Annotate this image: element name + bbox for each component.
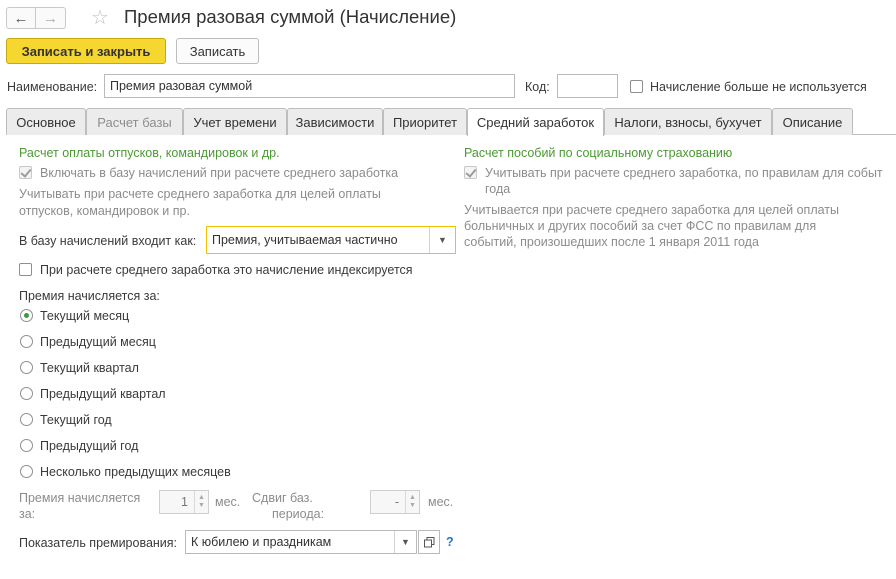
months-stepper[interactable]: 1 ▲ ▼ [159, 490, 209, 514]
arrow-right-icon: → [43, 9, 58, 27]
period-label: Премия начисляется за: [19, 289, 160, 303]
base-label: В базу начислений входит как: [19, 234, 197, 248]
include-base-checkbox[interactable] [19, 166, 32, 179]
base-select-value: Премия, учитываемая частично [212, 233, 398, 247]
shift-unit: мес. [428, 495, 454, 509]
page-title: Премия разовая суммой (Начисление) [124, 6, 457, 27]
left-section-title: Расчет оплаты отпусков, командировок и д… [19, 146, 280, 160]
not-used-label: Начисление больше не используется [650, 80, 867, 94]
radio-label: Текущий год [40, 413, 112, 427]
name-input[interactable]: Премия разовая суммой [104, 74, 515, 98]
left-note-line1: Учитывать при расчете среднего заработка… [19, 187, 381, 201]
stepper-arrows-icon[interactable]: ▲ ▼ [194, 491, 208, 513]
code-input[interactable] [557, 74, 618, 98]
open-icon[interactable] [418, 530, 440, 554]
radio-label: Предыдущий месяц [40, 335, 156, 349]
indicator-label: Показатель премирования: [19, 536, 178, 550]
arrow-left-icon: ← [13, 9, 29, 27]
radio-previous-year[interactable] [20, 439, 33, 452]
shift-label-line2: периода: [272, 507, 325, 521]
indexed-label: При расчете среднего заработка это начис… [40, 263, 413, 277]
radio-current-year[interactable] [20, 413, 33, 426]
right-section-title: Расчет пособий по социальному страховани… [464, 146, 733, 160]
back-button[interactable]: ← [6, 7, 36, 29]
fss-check-label: Учитывать при расчете среднего заработка… [485, 166, 883, 180]
radio-label: Текущий месяц [40, 309, 130, 323]
stepper-arrows-icon[interactable]: ▲ ▼ [405, 491, 419, 513]
left-note-line2: отпусков, командировок и пр. [19, 204, 190, 218]
fss-checkbox[interactable] [464, 166, 477, 179]
tab-main[interactable]: Основное [6, 108, 86, 135]
help-icon[interactable]: ? [446, 535, 454, 549]
save-button[interactable]: Записать [176, 38, 259, 64]
radio-previous-month[interactable] [20, 335, 33, 348]
months-label-line2: за: [19, 507, 36, 521]
months-value: 1 [181, 495, 188, 509]
not-used-checkbox[interactable] [630, 80, 643, 93]
radio-previous-quarter[interactable] [20, 387, 33, 400]
tab-average-earnings[interactable]: Средний заработок [467, 108, 604, 136]
tab-dependencies[interactable]: Зависимости [287, 108, 383, 135]
chevron-down-icon[interactable]: ▼ [429, 227, 455, 253]
open-window-icon [423, 536, 434, 547]
radio-label: Предыдущий квартал [40, 387, 166, 401]
tab-time-accounting[interactable]: Учет времени [183, 108, 287, 135]
right-note-line2: больничных и других пособий за счет ФСС … [464, 219, 817, 233]
tab-base-calc[interactable]: Расчет базы [86, 108, 183, 135]
right-note-line1: Учитывается при расчете среднего заработ… [464, 203, 839, 217]
save-and-close-button[interactable]: Записать и закрыть [6, 38, 166, 64]
indicator-select[interactable]: К юбилею и праздникам ▼ [185, 530, 417, 554]
shift-stepper[interactable]: - ▲ ▼ [370, 490, 420, 514]
radio-current-quarter[interactable] [20, 361, 33, 374]
radio-current-month[interactable] [20, 309, 33, 322]
radio-label: Предыдущий год [40, 439, 139, 453]
shift-value: - [394, 495, 399, 509]
forward-button[interactable]: → [36, 7, 66, 29]
indexed-checkbox[interactable] [19, 263, 32, 276]
months-label: Премия начисляется [19, 491, 141, 505]
fss-check-label-line2: года [485, 182, 511, 196]
include-base-label: Включать в базу начислений при расчете с… [40, 166, 399, 180]
chevron-down-icon[interactable]: ▼ [394, 531, 416, 553]
base-select[interactable]: Премия, учитываемая частично ▼ [206, 226, 456, 254]
shift-label: Сдвиг баз. [252, 491, 313, 505]
tab-taxes[interactable]: Налоги, взносы, бухучет [604, 108, 772, 135]
code-label: Код: [525, 80, 550, 94]
star-icon[interactable]: ☆ [91, 5, 109, 30]
right-note-line3: событий, произошедших после 1 января 201… [464, 235, 759, 249]
radio-label: Текущий квартал [40, 361, 139, 375]
radio-several-months[interactable] [20, 465, 33, 478]
indicator-value: К юбилею и праздникам [191, 535, 332, 549]
months-unit: мес. [215, 495, 241, 509]
tab-priority[interactable]: Приоритет [383, 108, 467, 135]
radio-label: Несколько предыдущих месяцев [40, 465, 231, 479]
tab-description[interactable]: Описание [772, 108, 853, 135]
name-label: Наименование: [7, 80, 98, 94]
